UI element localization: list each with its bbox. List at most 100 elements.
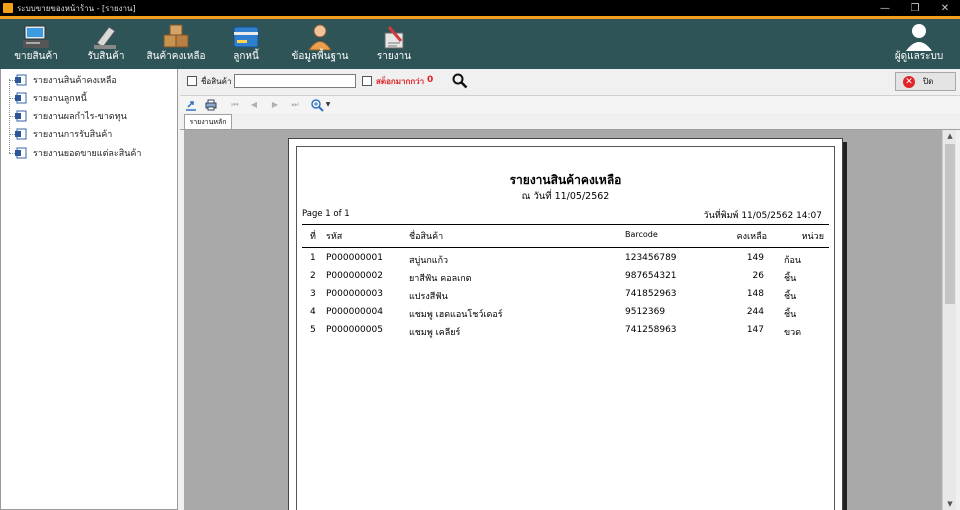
product-filter-input[interactable] (234, 74, 356, 88)
cell-code: P000000004 (326, 307, 383, 317)
pos-terminal-icon (23, 25, 49, 48)
ribbon-master-data-label: ข้อมูลพื้นฐาน (291, 51, 349, 62)
cell-barcode: 741852963 (625, 289, 677, 299)
table-row: 2 P000000002 ยาสีฟัน คอลเกต 987654321 26… (302, 269, 829, 285)
receive-goods-icon (94, 26, 116, 49)
app-window: ระบบขายของหน้าร้าน - [รายงาน] — ❐ ✕ ขายส… (0, 0, 960, 510)
ribbon-debtor-label: ลูกหนี้ (233, 51, 259, 62)
tree-item-label: รายงานผลกำไร-ขาดทุน (33, 112, 127, 122)
ribbon-receive-button[interactable]: รับสินค้า (76, 19, 136, 69)
ribbon-user-button[interactable]: ผู้ดูแลระบบ (888, 19, 950, 69)
table-row: 4 P000000004 แชมพู เฮดแอนโชว์เดอร์ 95123… (302, 305, 829, 321)
cell-name: สบู่นกแก้ว (409, 256, 449, 266)
scroll-down-icon[interactable]: ▼ (943, 498, 956, 510)
cell-name: แปรงสีฟัน (409, 292, 448, 302)
person-icon (308, 24, 332, 51)
cell-code: P000000001 (326, 253, 383, 263)
stock-filter-value[interactable]: 0 (427, 75, 433, 85)
close-window-button[interactable]: ✕ (930, 0, 960, 16)
cell-unit: ขวด (784, 328, 802, 338)
report-panel: ชื่อสินค้า สต็อกมากกว่า 0 ✕ ปิด ⏮ ◀ ▶ ⏭ … (180, 69, 960, 510)
cell-name: แชมพู เคลียร์ (409, 328, 461, 338)
word-doc-icon (15, 147, 27, 159)
tree-item-label: รายงานยอดขายแต่ละสินค้า (33, 149, 142, 159)
window-title: ระบบขายของหน้าร้าน - [รายงาน] (17, 3, 136, 13)
report-preview: รายงานสินค้าคงเหลือ ณ วันที่ 11/05/2562 … (184, 130, 956, 510)
minimize-button[interactable]: — (870, 0, 900, 16)
product-filter-label: ชื่อสินค้า (201, 77, 232, 86)
export-icon[interactable] (184, 98, 198, 112)
tree-item-label: รายงานลูกหนี้ (33, 94, 87, 104)
ribbon-report-button[interactable]: รายงาน (368, 19, 420, 69)
col-no: ที่ (310, 232, 316, 242)
cell-code: P000000002 (326, 271, 383, 281)
report-page: รายงานสินค้าคงเหลือ ณ วันที่ 11/05/2562 … (288, 138, 843, 510)
cell-barcode: 123456789 (625, 253, 677, 263)
report-title: รายงานสินค้าคงเหลือ (509, 173, 622, 187)
product-filter-checkbox[interactable] (187, 76, 197, 86)
last-page-icon[interactable]: ⏭ (288, 98, 302, 112)
cell-qty: 148 (746, 289, 764, 299)
cell-qty: 149 (746, 253, 764, 263)
zoom-icon[interactable] (310, 98, 324, 112)
scroll-up-icon[interactable]: ▲ (943, 130, 956, 142)
ribbon-master-data-button[interactable]: ข้อมูลพื้นฐาน (284, 19, 356, 69)
cell-qty: 26 (752, 271, 764, 281)
col-name: ชื่อสินค้า (409, 232, 444, 242)
cell-unit: ก้อน (784, 256, 802, 266)
print-icon[interactable] (204, 98, 218, 112)
boxes-icon (163, 24, 189, 48)
title-bar: ระบบขายของหน้าร้าน - [รายงาน] — ❐ ✕ (0, 0, 960, 16)
cell-unit: ชิ้น (784, 274, 797, 284)
filter-bar: ชื่อสินค้า สต็อกมากกว่า 0 ✕ ปิด (180, 69, 960, 93)
cell-no: 4 (310, 307, 316, 317)
col-code: รหัส (326, 232, 343, 242)
preview-scrollbar[interactable]: ▲ ▼ (942, 130, 956, 510)
cell-name: แชมพู เฮดแอนโชว์เดอร์ (409, 310, 503, 320)
cell-name: ยาสีฟัน คอลเกต (409, 274, 472, 284)
tree-item-stock-report[interactable]: รายงานสินค้าคงเหลือ (15, 72, 117, 88)
zoom-dropdown-icon[interactable]: ▼ (324, 98, 332, 112)
ribbon-sell-button[interactable]: ขายสินค้า (8, 19, 64, 69)
cell-code: P000000003 (326, 289, 383, 299)
tree-item-sales-by-product-report[interactable]: รายงานยอดขายแต่ละสินค้า (15, 145, 141, 161)
cell-unit: ชิ้น (784, 310, 797, 320)
viewer-toolbar: ⏮ ◀ ▶ ⏭ ▼ (180, 95, 960, 113)
cell-code: P000000005 (326, 325, 383, 335)
search-icon[interactable] (452, 73, 468, 89)
scroll-thumb[interactable] (945, 144, 955, 304)
tree-item-receiving-report[interactable]: รายงานการรับสินค้า (15, 126, 112, 142)
tree-item-debtor-report[interactable]: รายงานลูกหนี้ (15, 90, 87, 106)
tree-item-label: รายงานสินค้าคงเหลือ (33, 76, 117, 86)
word-doc-icon (15, 74, 27, 86)
stock-filter-checkbox[interactable] (362, 76, 372, 86)
cell-no: 3 (310, 289, 316, 299)
user-icon (906, 24, 932, 51)
report-date: ณ วันที่ 11/05/2562 (521, 191, 610, 202)
next-page-icon[interactable]: ▶ (268, 98, 282, 112)
ribbon-sell-label: ขายสินค้า (14, 51, 58, 62)
cell-qty: 244 (746, 307, 764, 317)
maximize-button[interactable]: ❐ (900, 0, 930, 16)
print-date: วันที่พิมพ์ 11/05/2562 14:07 (703, 211, 822, 221)
close-report-button[interactable]: ✕ ปิด (895, 72, 956, 91)
app-icon (3, 3, 13, 13)
col-qty: คงเหลือ (736, 232, 767, 242)
credit-card-icon (233, 26, 259, 48)
cell-qty: 147 (746, 325, 764, 335)
ribbon-debtor-button[interactable]: ลูกหนี้ (220, 19, 272, 69)
cell-no: 2 (310, 271, 316, 281)
ribbon-stock-button[interactable]: สินค้าคงเหลือ (140, 19, 212, 69)
report-tree: รายงานสินค้าคงเหลือ รายงานลูกหนี้ รายงาน… (0, 69, 178, 510)
page-number: Page 1 of 1 (302, 209, 350, 219)
first-page-icon[interactable]: ⏮ (228, 98, 242, 112)
tab-main-report[interactable]: รายงานหลัก (184, 114, 232, 130)
word-doc-icon (15, 92, 27, 104)
previous-page-icon[interactable]: ◀ (247, 98, 261, 112)
ribbon-report-label: รายงาน (376, 51, 412, 62)
cell-no: 5 (310, 325, 316, 335)
cell-barcode: 987654321 (625, 271, 677, 281)
report-icon (384, 26, 404, 49)
tree-item-profit-loss-report[interactable]: รายงานผลกำไร-ขาดทุน (15, 108, 127, 124)
tree-item-label: รายงานการรับสินค้า (33, 130, 113, 140)
